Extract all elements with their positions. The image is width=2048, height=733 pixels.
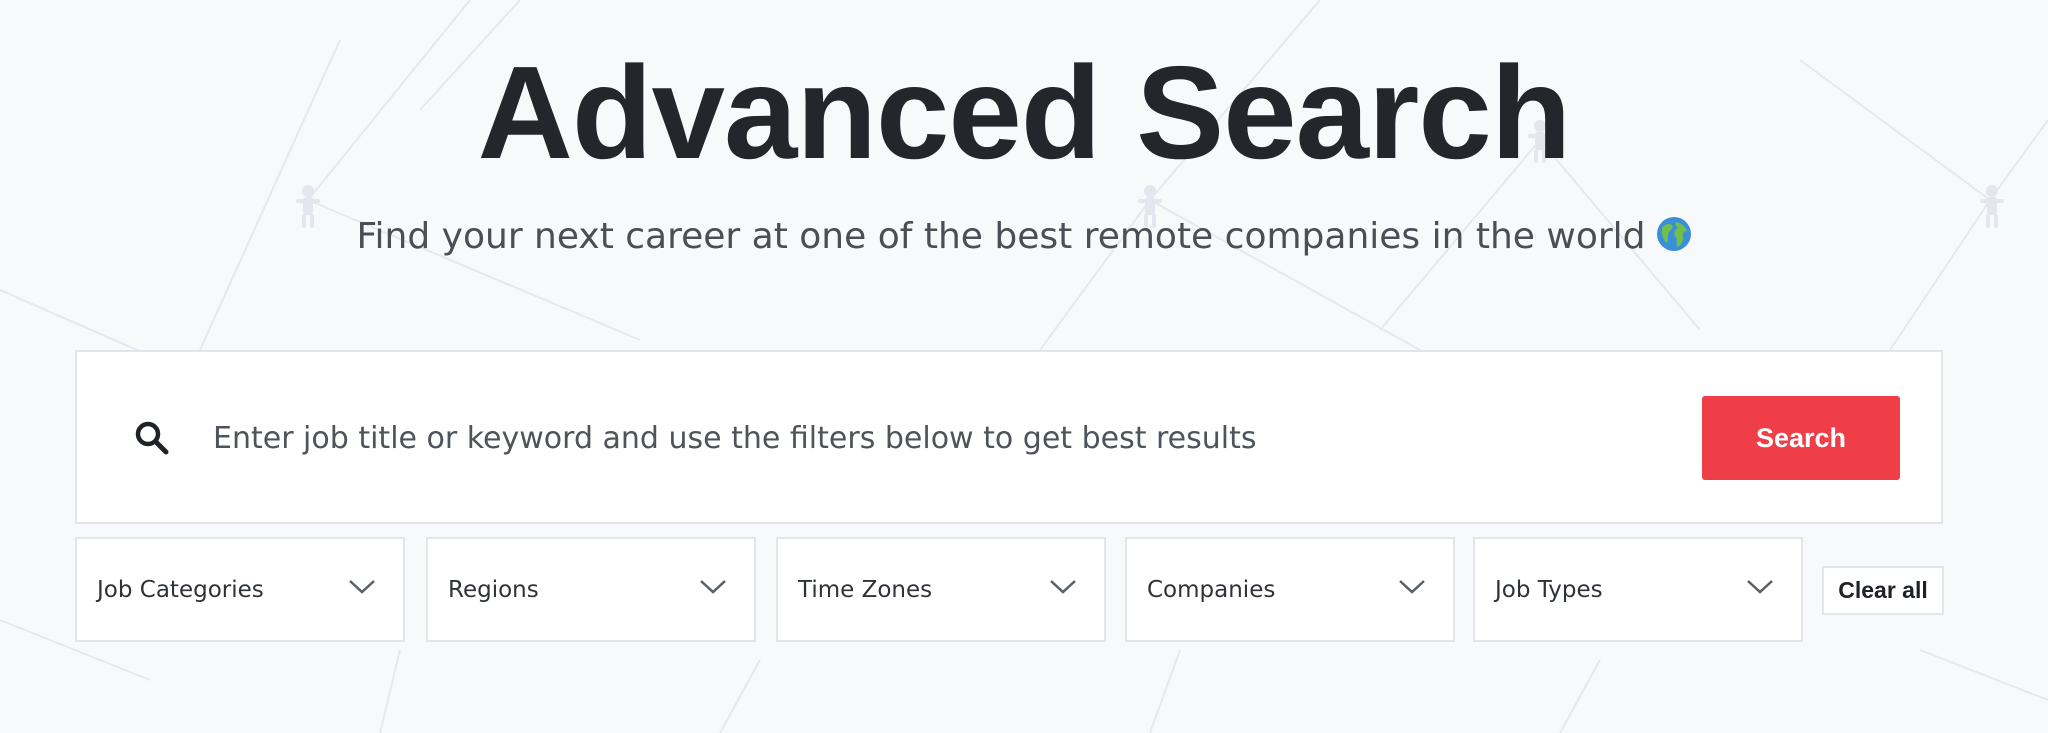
search-input[interactable] xyxy=(213,408,1673,468)
page-subtitle: Find your next career at one of the best… xyxy=(0,212,2048,262)
search-icon xyxy=(135,421,169,455)
chevron-down-icon xyxy=(1399,580,1425,594)
filter-job-types-dropdown[interactable]: Job Types xyxy=(1473,537,1803,642)
filter-label: Job Categories xyxy=(97,577,264,603)
filter-label: Time Zones xyxy=(798,577,933,603)
filter-regions-dropdown[interactable]: Regions xyxy=(426,537,756,642)
clear-all-button[interactable]: Clear all xyxy=(1822,566,1944,615)
subtitle-text: Find your next career at one of the best… xyxy=(356,216,1646,257)
filter-job-categories-dropdown[interactable]: Job Categories xyxy=(75,537,405,642)
search-button[interactable]: Search xyxy=(1702,396,1900,480)
filter-companies-dropdown[interactable]: Companies xyxy=(1125,537,1455,642)
globe-icon xyxy=(1656,217,1691,251)
chevron-down-icon xyxy=(1747,580,1773,594)
chevron-down-icon xyxy=(700,580,726,594)
filter-time-zones-dropdown[interactable]: Time Zones xyxy=(776,537,1106,642)
page-title: Advanced Search xyxy=(477,39,1572,186)
chevron-down-icon xyxy=(1050,580,1076,594)
filter-label: Job Types xyxy=(1495,577,1603,603)
chevron-down-icon xyxy=(349,580,375,594)
filter-label: Companies xyxy=(1147,577,1276,603)
filter-label: Regions xyxy=(448,577,539,603)
